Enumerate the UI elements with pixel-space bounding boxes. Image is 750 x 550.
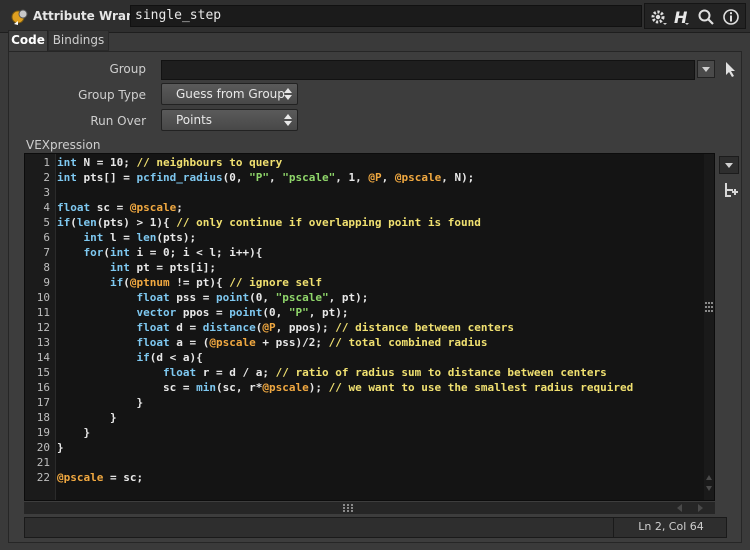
line-number: 13 [36, 336, 50, 349]
vexpression-label: VEXpression [26, 138, 101, 152]
code-line[interactable]: } [57, 396, 143, 409]
editor-menu-button[interactable] [719, 156, 739, 174]
line-number: 14 [36, 351, 50, 364]
code-line[interactable]: float r = d / a; // ratio of radius sum … [57, 366, 607, 379]
line-number: 3 [43, 186, 50, 199]
code-line[interactable]: int l = len(pts); [57, 231, 197, 244]
scroll-grip-icon[interactable] [342, 504, 354, 512]
code-line[interactable]: vector ppos = point(0, "P", pt); [57, 306, 348, 319]
line-number-gutter: 1 2 3 4 5 6 7 8 9 10 11 12 13 14 15 16 17 18 19 20 21 22 [25, 154, 56, 500]
group-input[interactable] [161, 60, 695, 80]
tab-bindings[interactable]: Bindings [48, 30, 109, 51]
status-divider [613, 518, 614, 537]
node-title-bar: Attribute Wrangle single_step H [0, 0, 750, 33]
code-line[interactable]: if(@ptnum != pt){ // ignore self [57, 276, 322, 289]
code-line[interactable]: float sc = @pscale; [57, 201, 183, 214]
run-over-label: Run Over [90, 114, 146, 128]
code-line[interactable]: float pss = point(0, "pscale", pt); [57, 291, 368, 304]
updown-arrows-icon [284, 88, 292, 100]
line-number: 2 [43, 171, 50, 184]
gear-icon[interactable] [649, 8, 667, 26]
run-over-select[interactable]: Points [161, 109, 298, 131]
line-number: 22 [36, 471, 50, 484]
scroll-arrows-icon[interactable] [674, 503, 708, 513]
vex-code-editor[interactable]: 1 2 3 4 5 6 7 8 9 10 11 12 13 14 15 16 17 18 19 20 21 22 int … [24, 153, 715, 501]
chevron-down-icon [725, 163, 733, 168]
line-number: 5 [43, 216, 50, 229]
line-number: 16 [36, 381, 50, 394]
code-line[interactable]: if(len(pts) > 1){ // only continue if ov… [57, 216, 481, 229]
tab-code[interactable]: Code [8, 30, 48, 51]
group-type-label: Group Type [78, 88, 146, 102]
code-line[interactable]: } [57, 411, 117, 424]
line-number: 1 [43, 156, 50, 169]
node-name-field[interactable]: single_step [130, 5, 642, 27]
updown-arrows-icon [284, 114, 292, 126]
group-type-select[interactable]: Guess from Group [161, 83, 298, 105]
code-line[interactable]: } [57, 426, 91, 439]
attribute-wrangle-node-icon [11, 9, 28, 25]
line-number: 18 [36, 411, 50, 424]
code-line[interactable]: sc = min(sc, r*@pscale); // we want to u… [57, 381, 633, 394]
line-number: 7 [43, 246, 50, 259]
code-line[interactable]: @pscale = sc; [57, 471, 143, 484]
group-label: Group [109, 62, 146, 76]
select-arrow-icon[interactable] [724, 61, 738, 77]
code-line[interactable]: int N = 10; // neighbours to query [57, 156, 282, 169]
run-over-value: Points [176, 113, 213, 127]
line-number: 20 [36, 441, 50, 454]
line-number: 9 [43, 276, 50, 289]
cursor-position: Ln 2, Col 64 [638, 520, 704, 533]
vertical-scrollbar[interactable] [704, 154, 714, 500]
code-line[interactable]: for(int i = 0; i < l; i++){ [57, 246, 263, 259]
code-line[interactable]: float d = distance(@P, ppos); // distanc… [57, 321, 514, 334]
code-tab-panel: Group Group Type Guess from Group Run Ov… [8, 51, 742, 543]
info-icon[interactable] [722, 8, 740, 26]
code-line[interactable]: int pt = pts[i]; [57, 261, 216, 274]
scroll-grip-icon[interactable] [705, 301, 713, 313]
scroll-arrows-icon[interactable] [705, 472, 713, 494]
code-line[interactable]: float a = (@pscale + pss)/2; // total co… [57, 336, 487, 349]
editor-status-bar: Ln 2, Col 64 [24, 517, 727, 538]
create-spare-parms-icon[interactable] [722, 181, 740, 199]
chevron-down-icon [702, 67, 710, 72]
line-number: 15 [36, 366, 50, 379]
code-line[interactable]: int pts[] = pcfind_radius(0, "P", "pscal… [57, 171, 474, 184]
line-number: 8 [43, 261, 50, 274]
line-number: 10 [36, 291, 50, 304]
help-h-icon[interactable]: H [672, 8, 690, 26]
group-dropdown-button[interactable] [697, 60, 715, 78]
group-type-value: Guess from Group [176, 87, 285, 101]
line-number: 6 [43, 231, 50, 244]
line-number: 12 [36, 321, 50, 334]
line-number: 21 [36, 456, 50, 469]
title-icon-group: H [644, 3, 746, 29]
code-line[interactable]: } [57, 441, 64, 454]
line-number: 4 [43, 201, 50, 214]
code-line[interactable]: if(d < a){ [57, 351, 202, 364]
line-number: 17 [36, 396, 50, 409]
line-number: 19 [36, 426, 50, 439]
line-number: 11 [36, 306, 50, 319]
search-icon[interactable] [697, 8, 715, 26]
horizontal-scrollbar[interactable] [24, 502, 715, 514]
